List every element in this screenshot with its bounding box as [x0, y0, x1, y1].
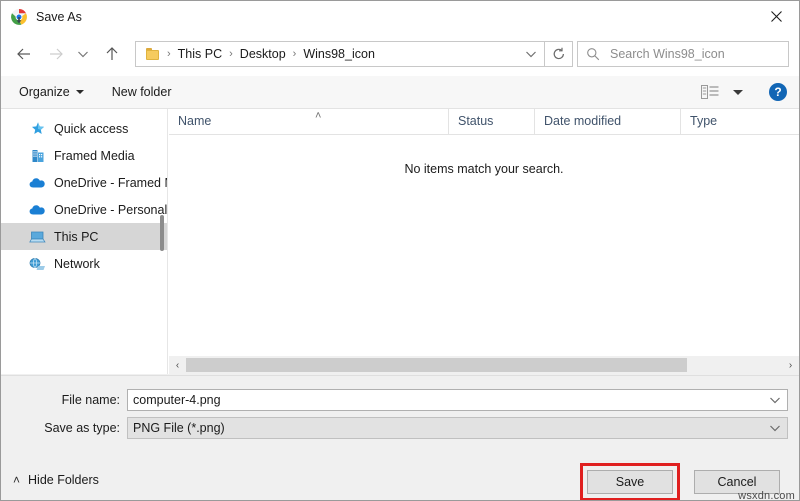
breadcrumb[interactable]: › This PC › Desktop › Wins98_icon — [135, 41, 545, 67]
building-icon — [29, 147, 46, 164]
save-as-type-row: Save as type: PNG File (*.png) — [1, 417, 799, 439]
hide-folders-label: Hide Folders — [28, 473, 99, 487]
view-layout-icon[interactable] — [699, 83, 721, 101]
sort-ascending-icon: ˄ — [315, 110, 322, 122]
scrollbar-thumb[interactable] — [186, 358, 687, 372]
breadcrumb-separator: › — [292, 48, 297, 60]
save-as-type-value: PNG File (*.png) — [133, 421, 225, 435]
watermark: wsxdn.com — [738, 490, 795, 501]
breadcrumb-separator: › — [167, 48, 171, 60]
save-as-type-label: Save as type: — [44, 421, 120, 435]
sidebar-item-label: Quick access — [54, 121, 129, 136]
empty-list-message: No items match your search. — [404, 162, 564, 176]
sidebar-scrollbar-thumb[interactable] — [160, 215, 164, 251]
file-name-combobox[interactable] — [127, 389, 788, 411]
chevron-down-icon[interactable] — [763, 418, 787, 438]
search-input[interactable] — [608, 46, 782, 62]
form-area: File name: Save as type: PNG File (*.png… — [1, 375, 799, 501]
organize-label: Organize — [19, 85, 70, 99]
sidebar-item-label: Framed Media — [54, 148, 135, 163]
recent-locations-button[interactable] — [73, 41, 93, 67]
up-button[interactable] — [99, 41, 125, 67]
sidebar-item-quick-access[interactable]: Quick access — [1, 115, 167, 142]
sidebar-item-onedrive-framed-m[interactable]: OneDrive - Framed M — [1, 169, 167, 196]
save-button[interactable]: Save — [587, 470, 673, 494]
scroll-right-arrow-icon[interactable]: › — [782, 356, 799, 374]
chevron-up-icon: ˄ — [13, 473, 21, 487]
sidebar-item-this-pc[interactable]: This PC — [1, 223, 167, 250]
command-bar: Organize New folder ? — [1, 76, 799, 109]
back-button[interactable] — [11, 41, 37, 67]
window-title: Save As — [36, 9, 82, 24]
chrome-download-icon — [10, 8, 28, 26]
sidebar-item-label: Network — [54, 256, 100, 271]
sidebar-item-label: This PC — [54, 229, 99, 244]
sidebar-item-network[interactable]: Network — [1, 250, 167, 277]
view-options-chevron-down-icon[interactable] — [733, 89, 743, 95]
cloud-icon — [29, 201, 46, 218]
help-icon[interactable]: ? — [769, 83, 787, 101]
hide-folders-button[interactable]: ˄ Hide Folders — [13, 473, 99, 487]
scroll-left-arrow-icon[interactable]: ‹ — [169, 356, 186, 374]
this-pc-icon — [29, 228, 46, 245]
column-header-name[interactable]: Name — [169, 109, 449, 134]
column-headers: Name Status Date modified Type ˄ — [169, 109, 799, 135]
breadcrumb-item-wins98-icon[interactable]: Wins98_icon — [303, 47, 375, 61]
search-icon — [586, 47, 600, 61]
sidebar-item-label: OneDrive - Personal — [54, 202, 167, 217]
chevron-down-icon — [75, 90, 84, 94]
organize-menu-button[interactable]: Organize — [11, 81, 92, 103]
breadcrumb-item-this-pc[interactable]: This PC — [178, 47, 222, 61]
breadcrumb-separator: › — [229, 48, 233, 60]
sidebar-item-onedrive-personal[interactable]: OneDrive - Personal — [1, 196, 167, 223]
cloud-icon — [29, 174, 46, 191]
new-folder-label: New folder — [111, 85, 172, 99]
chevron-down-icon[interactable] — [763, 390, 787, 410]
new-folder-button[interactable]: New folder — [104, 81, 180, 103]
save-as-dialog: Save As › This PC › Desktop › Wins98_ico… — [0, 0, 800, 501]
column-header-status[interactable]: Status — [449, 109, 535, 134]
dialog-body: Quick access Framed Media OneDrive - Fra… — [1, 109, 799, 374]
sidebar-item-framed-media[interactable]: Framed Media — [1, 142, 167, 169]
close-button[interactable] — [753, 1, 799, 32]
scrollbar-track[interactable] — [186, 356, 782, 374]
network-icon — [29, 255, 46, 272]
title-bar: Save As — [1, 1, 799, 32]
file-name-input[interactable] — [128, 392, 763, 408]
file-name-label: File name: — [61, 393, 120, 407]
folder-icon — [146, 48, 160, 60]
search-box[interactable] — [577, 41, 789, 67]
navigation-pane: Quick access Framed Media OneDrive - Fra… — [1, 109, 168, 374]
save-as-type-combobox[interactable]: PNG File (*.png) — [127, 417, 788, 439]
file-list-pane: Name Status Date modified Type ˄ No item… — [169, 109, 799, 374]
breadcrumb-item-desktop[interactable]: Desktop — [240, 47, 286, 61]
column-header-date-modified[interactable]: Date modified — [535, 109, 681, 134]
horizontal-scrollbar[interactable]: ‹ › — [169, 356, 799, 374]
command-bar-right: ? — [699, 83, 787, 101]
chevron-down-icon[interactable] — [518, 42, 544, 66]
forward-button[interactable] — [43, 41, 69, 67]
star-pin-icon — [29, 120, 46, 137]
sidebar-item-label: OneDrive - Framed M — [54, 175, 167, 190]
column-header-type[interactable]: Type — [681, 109, 785, 134]
refresh-button[interactable] — [545, 41, 573, 67]
file-name-row: File name: — [1, 389, 799, 411]
address-bar-row: › This PC › Desktop › Wins98_icon — [1, 32, 799, 76]
